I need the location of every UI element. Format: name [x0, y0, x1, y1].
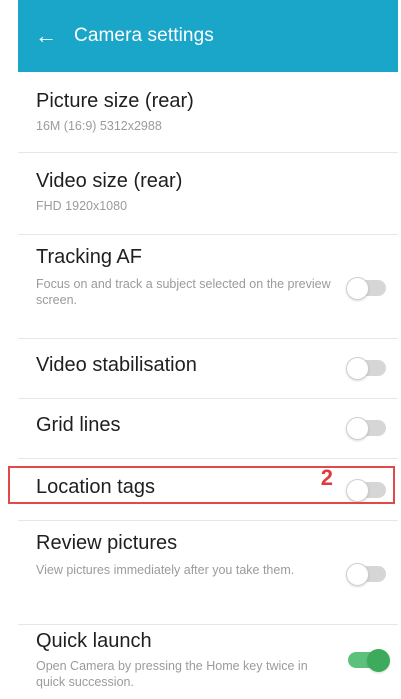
settings-screen: ← Camera settings Picture size (rear) 16…: [18, 0, 398, 699]
grid-lines-toggle[interactable]: [346, 417, 386, 440]
setting-subtitle: Open Camera by pressing the Home key twi…: [36, 659, 308, 689]
app-bar: ← Camera settings: [18, 0, 398, 72]
tracking-af-toggle[interactable]: [346, 277, 386, 300]
step-number-label: 2: [320, 465, 333, 490]
toggle-knob: [346, 357, 369, 380]
setting-video-size-rear[interactable]: Video size (rear) FHD 1920x1080: [18, 152, 398, 235]
video-stabilisation-toggle[interactable]: [346, 357, 386, 380]
setting-subtitle: View pictures immediately after you take…: [36, 563, 295, 577]
setting-title: Picture size (rear): [36, 90, 194, 112]
setting-title: Tracking AF: [36, 246, 142, 268]
setting-title: Grid lines: [36, 414, 121, 436]
page-title: Camera settings: [74, 25, 214, 46]
setting-title: Review pictures: [36, 532, 178, 554]
setting-subtitle: 16M (16:9) 5312x2988: [36, 119, 162, 133]
setting-title: Quick launch: [36, 630, 152, 652]
setting-quick-launch[interactable]: Quick launch Open Camera by pressing the…: [18, 624, 398, 699]
quick-launch-toggle[interactable]: [348, 649, 390, 672]
review-pictures-toggle[interactable]: [346, 563, 386, 586]
back-arrow-icon[interactable]: ←: [18, 0, 74, 72]
toggle-knob: [367, 649, 390, 672]
setting-subtitle: FHD 1920x1080: [36, 199, 128, 213]
setting-title: Video stabilisation: [36, 354, 197, 376]
setting-grid-lines[interactable]: Grid lines: [18, 398, 398, 459]
toggle-knob: [346, 417, 369, 440]
setting-picture-size-rear[interactable]: Picture size (rear) 16M (16:9) 5312x2988: [18, 72, 398, 153]
toggle-knob: [346, 563, 369, 586]
setting-tracking-af[interactable]: Tracking AF Focus on and track a subject…: [18, 234, 398, 339]
setting-subtitle: Focus on and track a subject selected on…: [36, 277, 331, 307]
setting-title: Video size (rear): [36, 170, 183, 192]
setting-video-stabilisation[interactable]: Video stabilisation: [18, 338, 398, 399]
setting-review-pictures[interactable]: Review pictures View pictures immediatel…: [18, 520, 398, 625]
highlight-box: [8, 466, 395, 504]
toggle-knob: [346, 277, 369, 300]
